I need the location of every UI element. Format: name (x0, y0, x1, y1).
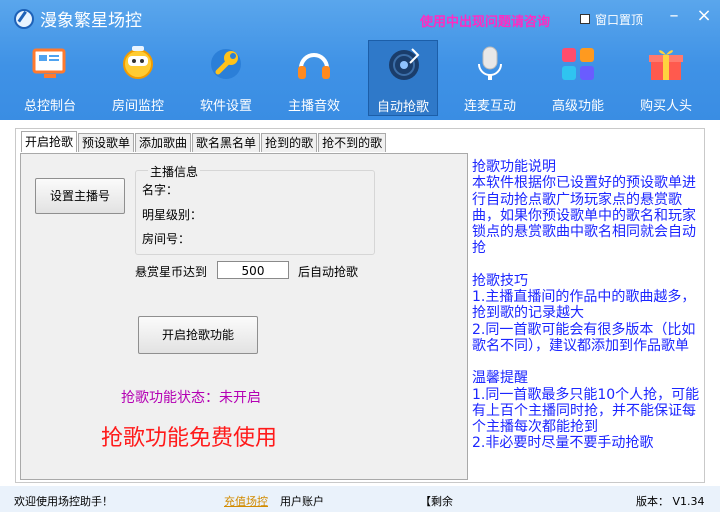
nav-label: 总控制台 (23, 99, 76, 114)
set-host-button[interactable]: 设置主播号 (35, 178, 125, 214)
remaining-label: 【剩余 (420, 495, 453, 508)
app-title: 漫象繁星场控 (40, 11, 142, 31)
help-text: 抢歌功能说明 本软件根据你已设置好的预设歌单进行自动抢点歌广场玩家点的悬赏歌曲，… (472, 159, 704, 452)
help-note-2: 2.非必要时尽量不要手动抢歌 (472, 435, 654, 452)
nav-buy-fans[interactable]: 购买人头 (631, 40, 701, 116)
help-note-1: 1.同一首歌最多只能10个人抢，可能有上百个主播同时抢，并不能保证每个主播每次都… (472, 386, 700, 436)
monitor-robot-icon (123, 46, 153, 79)
microphone-icon (478, 46, 502, 80)
reward-prefix-label: 悬赏星币达到 (135, 265, 208, 279)
pin-window-label: 窗口置顶 (595, 13, 644, 27)
tab-bar: 开启抢歌 预设歌单 添加歌曲 歌名黑名单 抢到的歌 抢不到的歌 (21, 131, 387, 153)
nav-advanced[interactable]: 高级功能 (543, 40, 613, 116)
start-grab-button[interactable]: 开启抢歌功能 (138, 316, 258, 354)
nav-label: 房间监控 (111, 99, 164, 114)
nav-label: 主播音效 (287, 99, 340, 114)
nav-mic-interaction[interactable]: 连麦互动 (455, 40, 525, 116)
status-bar: 欢迎使用场控助手！ 充值场控 用户账户 【剩余 版本： V1.34 (0, 486, 720, 512)
vinyl-record-icon (389, 48, 420, 80)
help-tip-1: 1.主播直播间的作品中的歌曲越多，抢到歌的记录越大 (472, 289, 696, 322)
tab-start-grab[interactable]: 开启抢歌 (21, 131, 78, 152)
tab-song-blacklist[interactable]: 歌名黑名单 (192, 133, 261, 152)
welcome-text: 欢迎使用场控助手！ (14, 495, 113, 508)
nav-label: 购买人头 (639, 99, 692, 114)
free-use-text: 抢歌功能免费使用 (101, 426, 278, 451)
nav-settings[interactable]: 软件设置 (191, 40, 261, 116)
tab-pane: 设置主播号 主播信息 名字： 明星级别： 房间号： 悬赏星币达到 500 后自动… (20, 153, 468, 480)
tiles-icon (562, 48, 594, 80)
help-title-notice: 温馨提醒 (472, 370, 528, 387)
nav-host-sound[interactable]: 主播音效 (279, 40, 349, 116)
dashboard-icon (32, 48, 66, 78)
main-panel: 开启抢歌 预设歌单 添加歌曲 歌名黑名单 抢到的歌 抢不到的歌 设置主播号 主播… (15, 128, 705, 483)
wrench-icon (211, 49, 241, 79)
close-icon[interactable]: × (694, 6, 714, 26)
tab-missed-songs[interactable]: 抢不到的歌 (318, 133, 387, 152)
account-label: 用户账户 (280, 495, 324, 508)
tab-add-song[interactable]: 添加歌曲 (135, 133, 192, 152)
tab-grabbed-songs[interactable]: 抢到的歌 (261, 133, 318, 152)
help-title-tips: 抢歌技巧 (472, 272, 528, 289)
help-feature-desc: 本软件根据你已设置好的预设歌单进行自动抢点歌广场玩家点的悬赏歌曲，如果你预设歌单… (472, 175, 696, 257)
nav-label: 连麦互动 (463, 99, 516, 114)
help-title-feature: 抢歌功能说明 (472, 159, 556, 175)
title-bar: 漫象繁星场控 使用中出现问题请咨询 窗口置顶 – × 总控制台 房间监控 软件设… (0, 0, 720, 120)
headphones-icon (298, 53, 330, 79)
host-info-title: 主播信息 (148, 163, 201, 180)
host-info-group: 主播信息 名字： 明星级别： 房间号： (135, 163, 375, 255)
nav-room-monitor[interactable]: 房间监控 (103, 40, 173, 116)
help-tip-2: 2.同一首歌可能会有很多版本（比如歌名不同），建议都添加到作品歌单 (472, 321, 696, 354)
tab-preset-playlist[interactable]: 预设歌单 (78, 133, 135, 152)
version-label: 版本： V1.34 (636, 495, 705, 508)
pin-window-checkbox[interactable] (580, 14, 590, 24)
star-level-label: 明星级别： (142, 208, 203, 222)
host-name-label: 名字： (142, 183, 179, 197)
nav-label: 高级功能 (551, 99, 604, 114)
nav-dashboard[interactable]: 总控制台 (15, 40, 85, 116)
nav-label: 自动抢歌 (376, 100, 429, 115)
minimize-icon[interactable]: – (664, 6, 684, 26)
nav-label: 软件设置 (199, 99, 252, 114)
app-logo-icon (14, 9, 34, 29)
consult-link[interactable]: 使用中出现问题请咨询 (420, 11, 550, 30)
reward-threshold-input[interactable]: 500 (217, 261, 289, 279)
nav-auto-grab[interactable]: 自动抢歌 (368, 40, 438, 116)
gift-icon (649, 50, 683, 80)
room-number-label: 房间号： (142, 232, 191, 246)
reward-suffix-label: 后自动抢歌 (298, 265, 359, 279)
recharge-link[interactable]: 充值场控 (224, 493, 268, 509)
grab-status: 抢歌功能状态：未开启 (121, 390, 261, 406)
